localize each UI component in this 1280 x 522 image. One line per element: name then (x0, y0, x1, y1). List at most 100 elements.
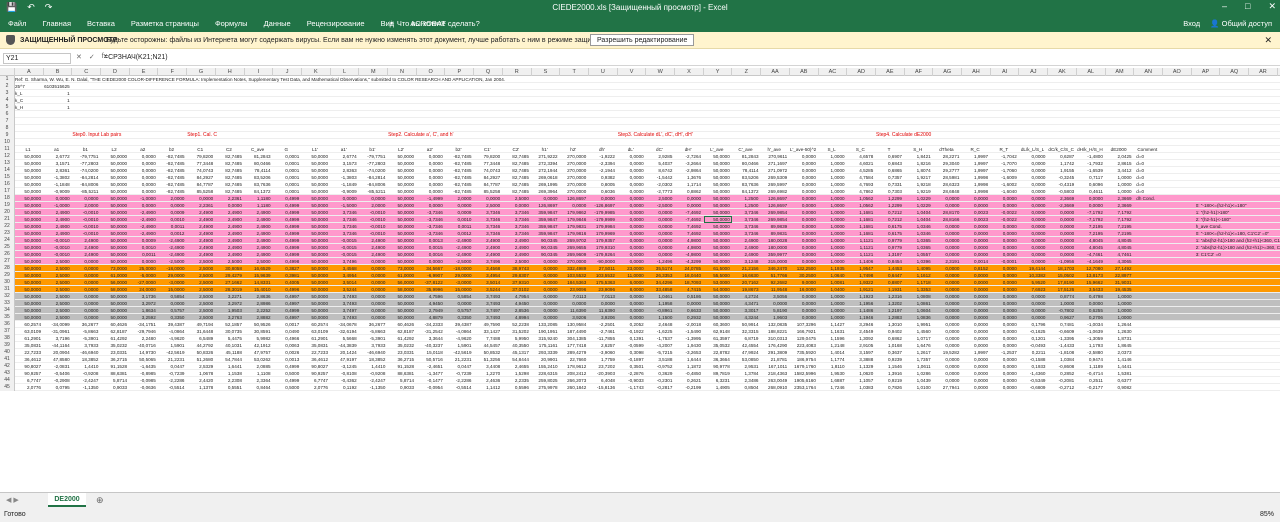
data-cell[interactable]: 60,4626 (388, 321, 416, 328)
data-cell[interactable]: 0,0000 (790, 230, 818, 237)
data-cell[interactable]: 28,6323 (933, 181, 961, 188)
data-cell[interactable]: 3,5244 (474, 286, 502, 293)
data-cell[interactable]: 1,9218 (905, 181, 933, 188)
row-header[interactable]: 41 (0, 356, 14, 363)
data-cell[interactable]: 269,9854 (761, 209, 789, 216)
data-cell[interactable]: 15,0000 (446, 286, 474, 293)
data-cell[interactable]: 268,0910 (761, 384, 789, 391)
data-cell[interactable]: 1,5901 (446, 342, 474, 349)
data-cell[interactable]: 0,0000 (532, 300, 560, 307)
data-cell[interactable]: 1,2500 (733, 202, 761, 209)
data-cell[interactable]: 35,0532 (704, 342, 732, 349)
data-cell[interactable]: 269,1995 (532, 181, 560, 188)
data-cell[interactable]: 3,3888 (847, 356, 875, 363)
data-cell[interactable]: 0,2511 (1077, 377, 1105, 384)
data-cell[interactable]: 0,0000 (790, 237, 818, 244)
data-cell[interactable]: 1,0000 (1106, 314, 1134, 321)
data-cell[interactable]: -77,2803 (72, 160, 100, 167)
data-cell[interactable]: 132,0835 (761, 321, 789, 328)
data-cell[interactable]: 0,6036 (589, 188, 617, 195)
data-cell[interactable]: 0,2932 (675, 314, 703, 321)
data-cell[interactable]: 0,0000 (991, 293, 1019, 300)
data-cell[interactable]: -74,0200 (72, 167, 100, 174)
data-cell[interactable]: 0,0000 (560, 202, 588, 209)
data-cell[interactable]: 3,7493 (474, 293, 502, 300)
data-cell[interactable]: -1,3803 (331, 174, 359, 181)
data-cell[interactable]: 82,7485 (216, 188, 244, 195)
data-cell[interactable]: 1905,6160 (790, 377, 818, 384)
data-cell[interactable]: -15,8136 (589, 384, 617, 391)
data-cell[interactable]: 50,0000 (15, 223, 43, 230)
data-cell[interactable]: 1,0640 (819, 272, 847, 279)
data-cell[interactable]: 1,6444 (675, 356, 703, 363)
data-cell[interactable]: 0,0000 (790, 181, 818, 188)
data-cell[interactable]: -4,7461 (1077, 251, 1105, 258)
column-header[interactable]: U (589, 68, 618, 76)
data-cell[interactable]: 0,0000 (417, 181, 445, 188)
data-cell[interactable]: 4,3065 (1106, 258, 1134, 265)
data-cell[interactable]: -179,9264 (589, 251, 617, 258)
data-cell[interactable]: 0,4999 (273, 202, 301, 209)
data-cell[interactable]: 0,5757 (446, 307, 474, 314)
data-cell[interactable]: 0,7481 (1048, 321, 1076, 328)
data-cell[interactable]: 2,4900 (216, 223, 244, 230)
data-cell[interactable]: 50,0000 (704, 307, 732, 314)
data-cell[interactable]: 73,0000 (101, 265, 129, 272)
data-cell[interactable]: 1,0000 (819, 153, 847, 160)
data-cell[interactable]: 29,2777 (933, 167, 961, 174)
data-cell[interactable]: 0,0000 (991, 307, 1019, 314)
data-cell[interactable]: -0,0493 (1020, 342, 1048, 349)
data-cell[interactable]: 0,0000 (532, 307, 560, 314)
data-cell[interactable]: 3,7346 (474, 209, 502, 216)
data-cell[interactable]: 28,2271 (933, 153, 961, 160)
data-cell[interactable]: 0,0000 (962, 286, 990, 293)
data-cell[interactable]: 1,9997 (962, 349, 990, 356)
data-cell[interactable]: 1,0000 (819, 223, 847, 230)
data-cell[interactable]: 62,8187 (388, 328, 416, 335)
data-cell[interactable]: 0,0023 (962, 216, 990, 223)
column-label[interactable]: Comment (1134, 146, 1162, 153)
data-cell[interactable]: 0,3827 (273, 265, 301, 272)
data-cell[interactable]: 4,5285 (847, 167, 875, 174)
data-cell[interactable]: 74,0743 (187, 167, 215, 174)
data-cell[interactable]: 0,5000 (273, 384, 301, 391)
data-cell[interactable]: 1,0000 (819, 195, 847, 202)
step-title[interactable]: Step2. Calculate a', C', and h' (388, 132, 588, 139)
data-cell[interactable]: 50,0000 (704, 251, 732, 258)
data-cell[interactable]: 4,8879 (417, 314, 445, 321)
column-label[interactable]: dC/k_C/S_C (1048, 146, 1076, 153)
data-cell[interactable]: -2,4900 (446, 237, 474, 244)
data-cell[interactable]: 178,9612 (560, 363, 588, 370)
data-cell[interactable]: -1,2537 (991, 349, 1019, 356)
data-cell[interactable]: -5,7215 (646, 349, 674, 356)
data-cell[interactable]: 1,1378 (187, 384, 215, 391)
data-cell[interactable]: 1,9322 (847, 279, 875, 286)
data-cell[interactable]: 0,0000 (790, 258, 818, 265)
data-cell[interactable]: -82,7485 (446, 174, 474, 181)
data-cell[interactable]: 1,9503 (216, 307, 244, 314)
data-cell[interactable]: 176,4290 (761, 342, 789, 349)
data-cell[interactable]: 269,0618 (532, 174, 560, 181)
data-cell[interactable]: -2,5000 (159, 258, 187, 265)
data-cell[interactable]: 269,6982 (761, 188, 789, 195)
data-cell[interactable]: 3,7493 (331, 314, 359, 321)
data-cell[interactable]: 51,2680 (187, 356, 215, 363)
row-header[interactable]: 24 (0, 237, 14, 244)
data-cell[interactable]: 1,1057 (847, 377, 875, 384)
data-cell[interactable]: -0,0010 (72, 216, 100, 223)
data-cell[interactable]: 187,4490 (560, 328, 588, 335)
row-header[interactable]: 27 (0, 258, 14, 265)
data-cell[interactable]: -0,5514 (446, 384, 474, 391)
data-cell[interactable]: 1,0562 (847, 195, 875, 202)
data-cell[interactable]: 1,3784 (733, 370, 761, 377)
data-cell[interactable]: 3,4412 (1106, 167, 1134, 174)
data-cell[interactable]: 85,5258 (474, 188, 502, 195)
cell-area[interactable]: Ref: G. Sharma, W. Wu, E. N. Dalal, "THE… (15, 76, 1280, 391)
data-cell[interactable]: -84,2814 (359, 174, 387, 181)
data-cell[interactable]: -0,1897 (618, 356, 646, 363)
data-cell[interactable]: 0,0000 (72, 279, 100, 286)
data-cell[interactable]: 0,0000 (72, 300, 100, 307)
data-cell[interactable]: 50,5065 (130, 356, 158, 363)
data-cell[interactable]: 50,0000 (15, 237, 43, 244)
data-cell[interactable]: 1,9998 (962, 174, 990, 181)
